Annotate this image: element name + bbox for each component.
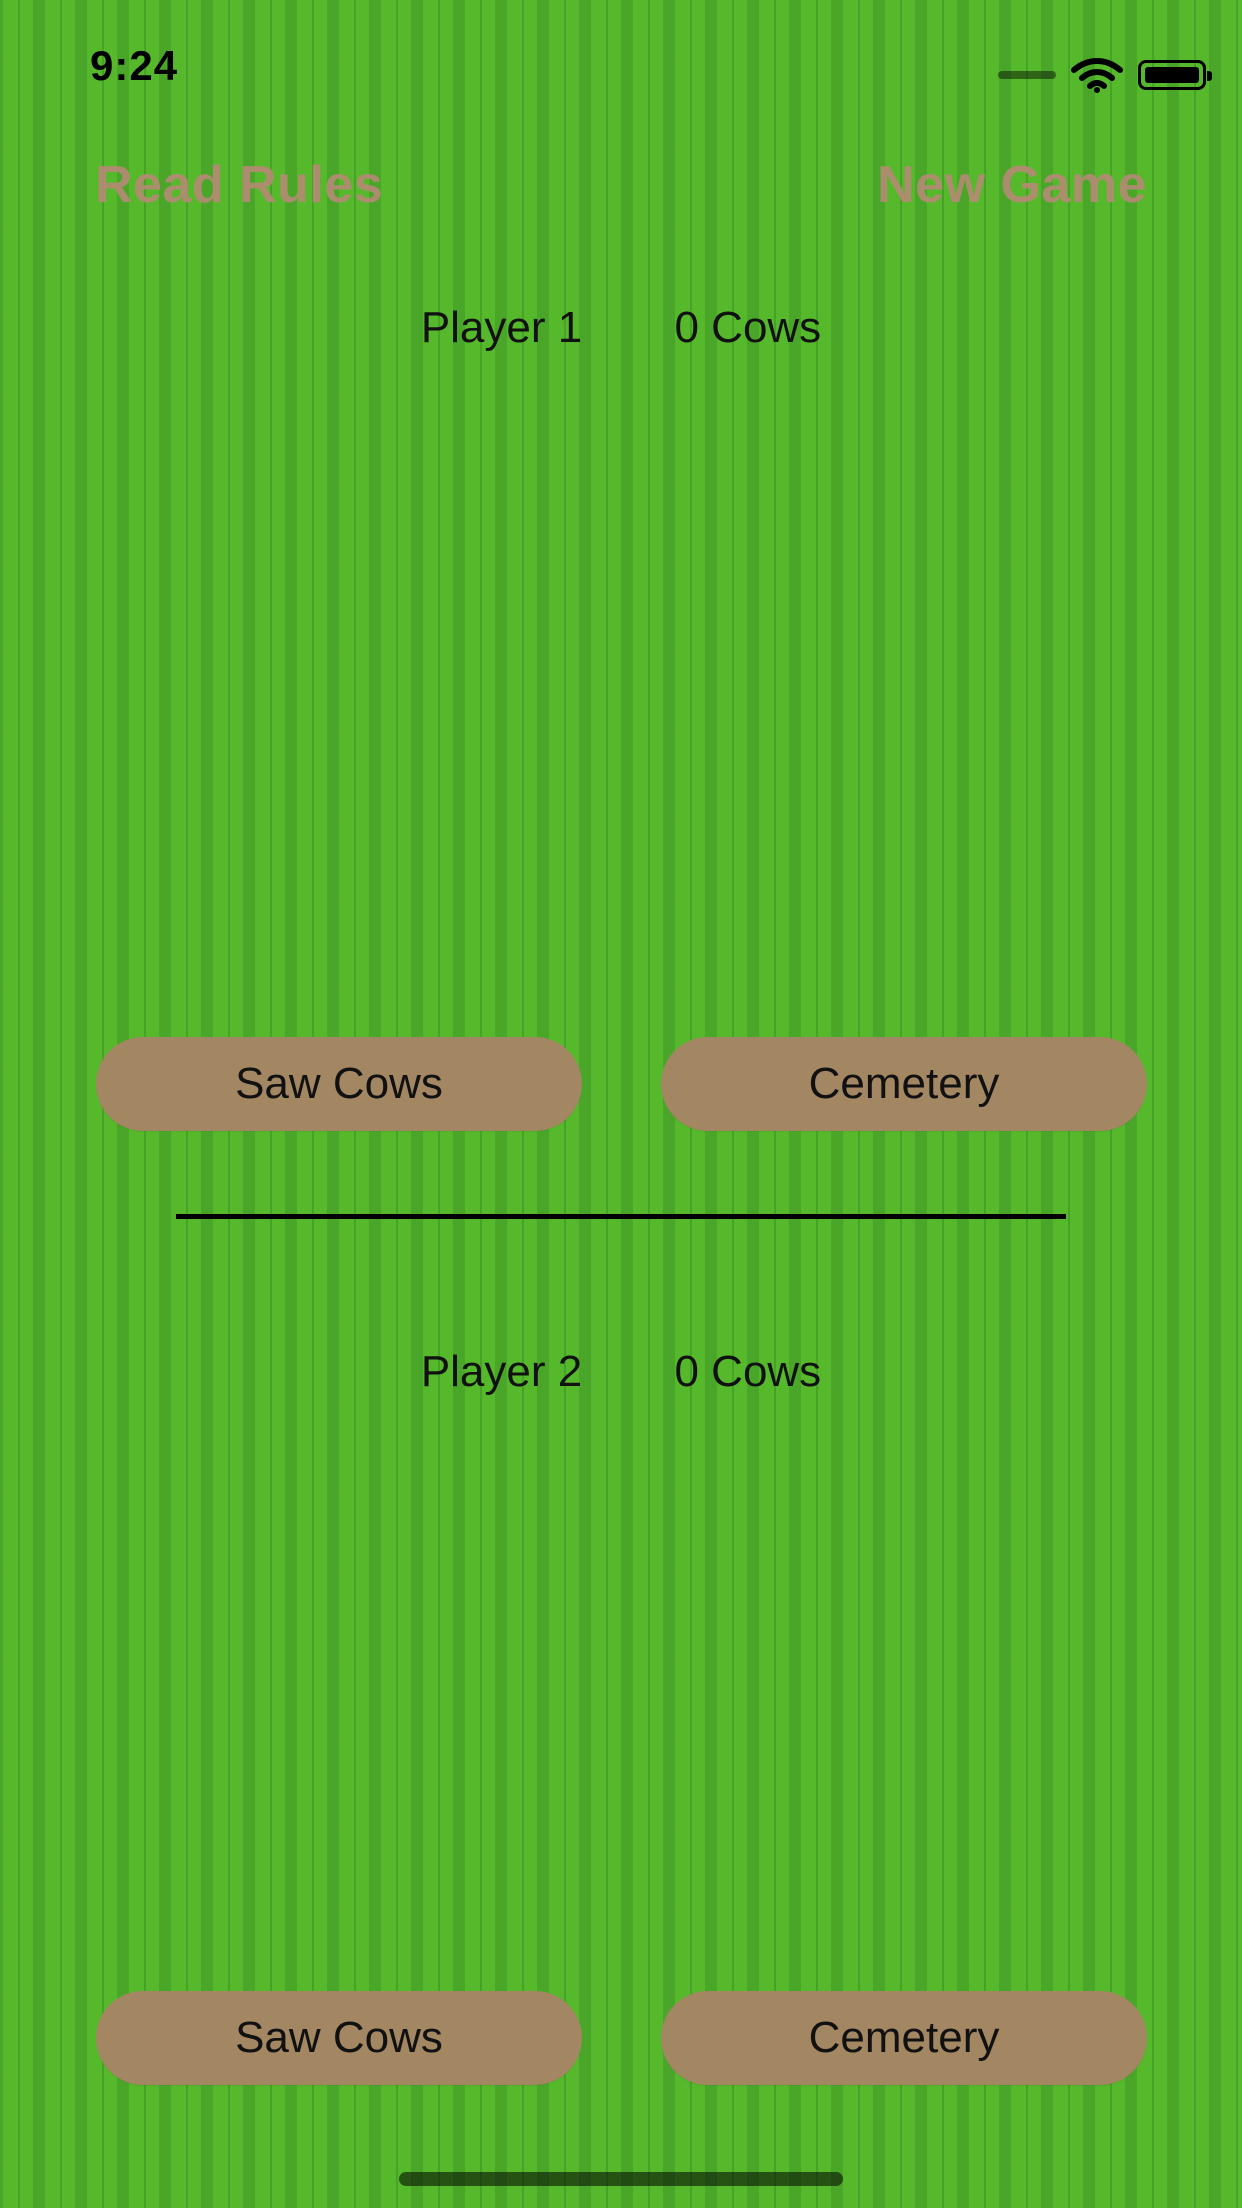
signal-dots-icon — [998, 71, 1056, 79]
battery-icon — [1138, 60, 1212, 90]
new-game-button[interactable]: New Game — [877, 155, 1147, 215]
app-screen: 9:24 Read Rules New Game Player 1 0 Cows… — [0, 0, 1242, 2208]
player-divider — [176, 1214, 1066, 1219]
status-icons — [998, 56, 1212, 94]
read-rules-button[interactable]: Read Rules — [95, 155, 383, 215]
player-2-status: Player 2 0 Cows — [0, 1347, 1242, 1407]
player-2-cemetery-button[interactable]: Cemetery — [661, 1991, 1147, 2085]
player-1-cows-count: 0 Cows — [674, 303, 822, 352]
player-2-cows-count: 0 Cows — [674, 1347, 822, 1396]
player-2-name: Player 2 — [420, 1347, 583, 1396]
player-1-cemetery-button[interactable]: Cemetery — [661, 1037, 1147, 1131]
home-indicator — [399, 2172, 843, 2186]
player-1-name: Player 1 — [420, 303, 583, 352]
wifi-icon — [1071, 58, 1123, 93]
status-time: 9:24 — [90, 42, 179, 89]
player-2-saw-cows-button[interactable]: Saw Cows — [96, 1991, 582, 2085]
player-1-saw-cows-button[interactable]: Saw Cows — [96, 1037, 582, 1131]
battery-fill — [1145, 67, 1199, 83]
player-1-status: Player 1 0 Cows — [0, 303, 1242, 363]
